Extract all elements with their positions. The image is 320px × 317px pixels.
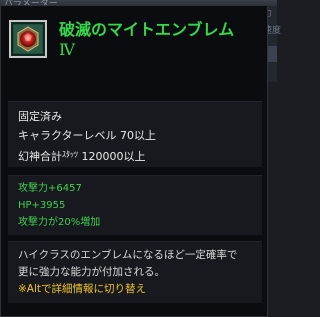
requirements-section: 固定済み キャラクターレベル 70以上 幻神合計ｽﾀｯﾂ 120000以上	[8, 101, 262, 167]
item-tooltip: 破滅のマイトエンブレム Ⅳ 固定済み キャラクターレベル 70以上 幻神合計ｽﾀ…	[0, 5, 268, 317]
alt-hint: ※Altで詳細情報に切り替え	[18, 283, 147, 295]
level-requirement: キャラクターレベル 70以上	[18, 129, 157, 142]
gensin-sub: ｽﾀｯﾂ	[62, 150, 78, 159]
item-name-tier: Ⅳ	[59, 40, 75, 59]
description-line: 更に強力な能力が付加される。	[18, 266, 165, 278]
description-line: ハイクラスのエンブレムになるほど一定確率で	[18, 249, 238, 261]
gensin-value: 120000以上	[81, 150, 146, 163]
gensin-prefix: 幻神合計	[18, 150, 62, 163]
stat-line: 攻撃力+6457	[18, 183, 82, 194]
item-name: 破滅のマイトエンブレム Ⅳ	[59, 20, 234, 60]
stat-line: 攻撃力が20%増加	[18, 217, 101, 228]
description-section: ハイクラスのエンブレムになるほど一定確率で 更に強力な能力が付加される。 ※Al…	[8, 241, 262, 303]
gensin-requirement: 幻神合計ｽﾀｯﾂ 120000以上	[18, 145, 252, 166]
bound-status: 固定済み	[18, 110, 62, 123]
stat-line: HP+3955	[18, 200, 66, 211]
item-name-line1: 破滅のマイトエンブレム	[59, 20, 235, 39]
stats-section: 攻撃力+6457 HP+3955 攻撃力が20%増加	[8, 175, 262, 235]
item-icon-frame	[9, 20, 47, 58]
